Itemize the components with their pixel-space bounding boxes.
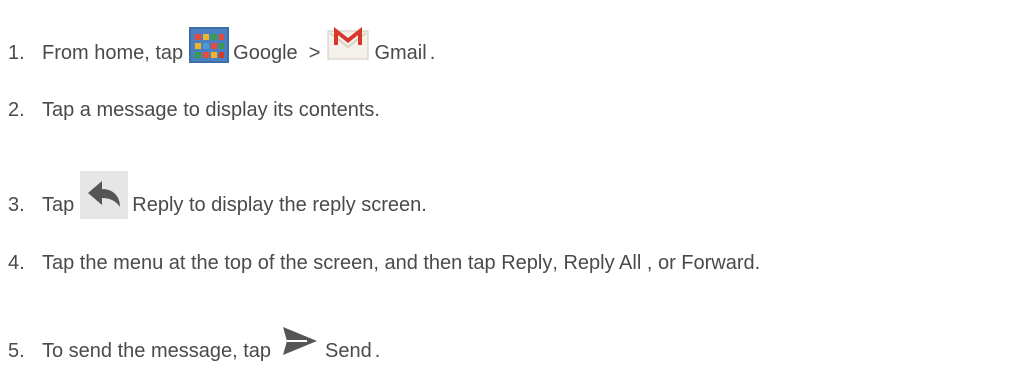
step-text: Reply to display the reply screen. [132, 194, 427, 216]
step-text: Tap the menu at the top of the screen, a… [42, 252, 553, 274]
google-folder-icon [189, 27, 230, 63]
step-text: . [429, 42, 436, 64]
step-text: . [374, 340, 381, 362]
step-number: 5. [8, 340, 25, 362]
step-number: 2. [8, 99, 25, 121]
step-text: Gmail [374, 42, 427, 64]
step-2: 2. Tap a message to display its contents… [8, 98, 380, 122]
step-number: 1. [8, 42, 25, 64]
step-text: To send the message, tap [42, 340, 272, 362]
step-text: , or Forward. [641, 252, 761, 274]
send-icon [277, 321, 321, 361]
step-text: Tap a message to display its contents. [42, 99, 380, 121]
step-text: Send [325, 340, 372, 362]
step-number: 3. [8, 194, 25, 216]
step-text: From home, tap [42, 42, 184, 64]
step-4: 4. Tap the menu at the top of the screen… [8, 251, 760, 275]
step-text: Tap [42, 194, 75, 216]
step-number: 4. [8, 252, 25, 274]
step-3: 3. Tap Reply to display the reply screen… [8, 171, 427, 229]
step-1: 1. From home, tap Google > Gmail . [8, 27, 436, 73]
reply-icon [80, 171, 129, 219]
step-text: Google > [233, 42, 321, 64]
step-text: , Reply All [552, 252, 642, 274]
gmail-icon [326, 23, 370, 63]
step-5: 5. To send the message, tap Send . [8, 327, 381, 371]
